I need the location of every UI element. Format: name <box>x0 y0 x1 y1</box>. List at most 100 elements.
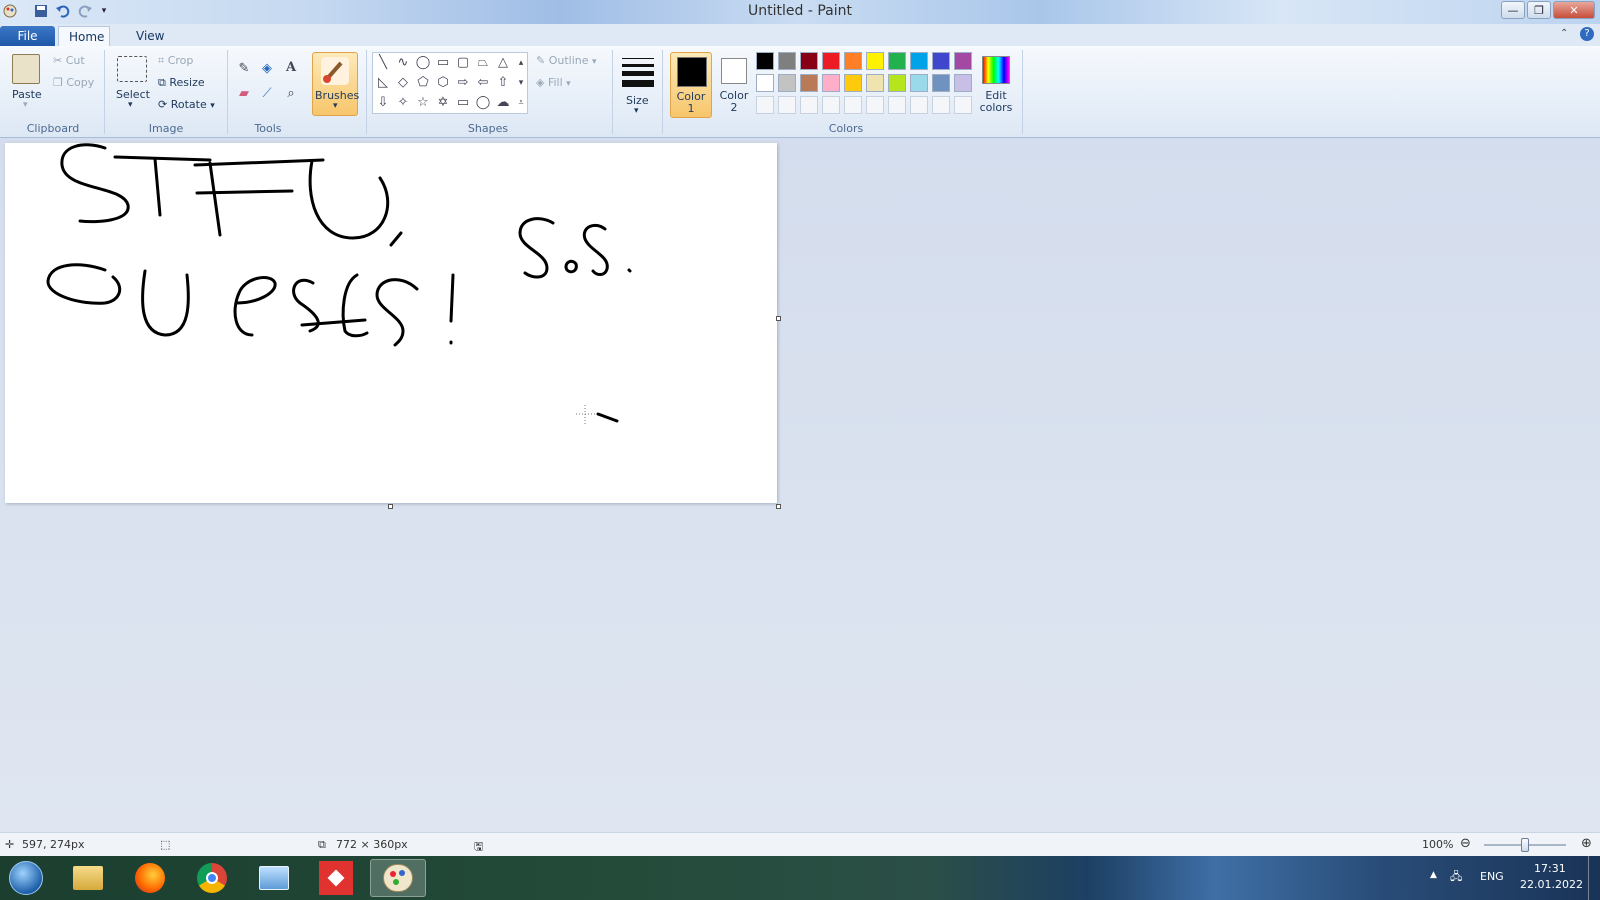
show-hidden-icons-button[interactable]: ▲ <box>1430 870 1437 880</box>
custom-color-slot[interactable] <box>800 96 818 114</box>
fill-button[interactable]: ◈ Fill ▾ <box>536 76 571 89</box>
taskbar-firefox[interactable] <box>122 859 178 897</box>
triangle-shape-icon[interactable]: △ <box>495 55 511 71</box>
custom-color-slot[interactable] <box>822 96 840 114</box>
clock-date[interactable]: 22.01.2022 <box>1520 878 1583 891</box>
palette-swatch[interactable] <box>778 74 796 92</box>
cloud-callout-shape-icon[interactable]: ☁ <box>495 95 511 111</box>
custom-color-slot[interactable] <box>910 96 928 114</box>
palette-swatch[interactable] <box>932 74 950 92</box>
palette-swatch[interactable] <box>888 52 906 70</box>
palette-swatch[interactable] <box>954 74 972 92</box>
outline-button[interactable]: ✎ Outline ▾ <box>536 54 597 67</box>
palette-swatch[interactable] <box>954 52 972 70</box>
resize-button[interactable]: ⧉ Resize <box>158 76 205 90</box>
gallery-scroll-down-icon[interactable]: ▾ <box>513 75 529 91</box>
palette-swatch[interactable] <box>844 52 862 70</box>
gallery-scroll-up-icon[interactable]: ▴ <box>513 55 529 71</box>
custom-color-slot[interactable] <box>844 96 862 114</box>
taskbar-control-panel[interactable] <box>246 859 302 897</box>
right-arrow-shape-icon[interactable]: ⇨ <box>455 75 471 91</box>
magnifier-icon[interactable]: ⌕ <box>283 86 299 102</box>
minimize-button[interactable]: — <box>1501 1 1525 19</box>
color2-button[interactable]: Color 2 <box>714 52 756 118</box>
language-indicator[interactable]: ENG <box>1480 870 1504 883</box>
palette-swatch[interactable] <box>800 74 818 92</box>
zoom-in-button[interactable]: ⊕ <box>1581 836 1592 851</box>
pentagon-shape-icon[interactable]: ⬠ <box>415 75 431 91</box>
edit-colors-button[interactable]: Edit colors <box>976 52 1018 118</box>
zoom-out-button[interactable]: ⊖ <box>1460 836 1471 851</box>
line-shape-icon[interactable]: ╲ <box>375 55 391 71</box>
palette-swatch[interactable] <box>910 52 928 70</box>
palette-swatch[interactable] <box>822 74 840 92</box>
taskbar-explorer[interactable] <box>60 859 116 897</box>
resize-handle-corner[interactable] <box>776 504 781 509</box>
polygon-shape-icon[interactable]: ⏢ <box>475 55 491 71</box>
taskbar-chrome[interactable] <box>184 859 240 897</box>
help-icon[interactable]: ? <box>1580 27 1594 41</box>
close-button[interactable]: ✕ <box>1553 1 1595 19</box>
right-triangle-shape-icon[interactable]: ◺ <box>375 75 391 91</box>
curve-shape-icon[interactable]: ∿ <box>395 55 411 71</box>
cut-button[interactable]: ✂ Cut <box>53 54 85 67</box>
network-icon[interactable]: 🖧 <box>1450 868 1462 887</box>
minimize-ribbon-icon[interactable]: ⌃ <box>1560 28 1568 39</box>
gallery-expand-icon[interactable]: ⩡ <box>513 95 529 111</box>
resize-handle-right[interactable] <box>776 316 781 321</box>
restore-button[interactable]: ❐ <box>1527 1 1551 19</box>
color-picker-icon[interactable]: ⟋ <box>259 86 275 102</box>
copy-button[interactable]: ❐ Copy <box>53 76 94 89</box>
paste-dropdown-icon[interactable]: ▾ <box>23 100 28 110</box>
custom-color-slot[interactable] <box>756 96 774 114</box>
color1-button[interactable]: Color 1 <box>670 52 712 118</box>
size-button[interactable]: Size ▾ <box>620 52 656 118</box>
eraser-icon[interactable]: ▰ <box>236 86 252 102</box>
zoom-slider-thumb[interactable] <box>1521 838 1529 852</box>
fill-bucket-icon[interactable]: ◈ <box>259 61 275 77</box>
rounded-callout-shape-icon[interactable]: ▭ <box>455 95 471 111</box>
palette-swatch[interactable] <box>888 74 906 92</box>
brushes-button[interactable]: Brushes ▾ <box>312 52 359 116</box>
palette-swatch[interactable] <box>932 52 950 70</box>
palette-swatch[interactable] <box>910 74 928 92</box>
start-button[interactable] <box>2 859 50 897</box>
palette-swatch[interactable] <box>756 74 774 92</box>
custom-color-slot[interactable] <box>888 96 906 114</box>
tab-view[interactable]: View <box>126 26 174 46</box>
text-tool-icon[interactable]: A <box>283 60 299 76</box>
drawing-canvas[interactable] <box>5 143 777 503</box>
palette-swatch[interactable] <box>800 52 818 70</box>
rectangle-shape-icon[interactable]: ▭ <box>435 55 451 71</box>
rotate-button[interactable]: ⟳ Rotate ▾ <box>158 98 215 111</box>
five-point-star-shape-icon[interactable]: ☆ <box>415 95 431 111</box>
oval-callout-shape-icon[interactable]: ◯ <box>475 95 491 111</box>
down-arrow-shape-icon[interactable]: ⇩ <box>375 95 391 111</box>
taskbar-anydesk[interactable] <box>308 859 364 897</box>
diamond-shape-icon[interactable]: ◇ <box>395 75 411 91</box>
clock-time[interactable]: 17:31 <box>1534 862 1566 875</box>
resize-handle-bottom[interactable] <box>388 504 393 509</box>
up-arrow-shape-icon[interactable]: ⇧ <box>495 75 511 91</box>
palette-swatch[interactable] <box>844 74 862 92</box>
hexagon-shape-icon[interactable]: ⬡ <box>435 75 451 91</box>
custom-color-slot[interactable] <box>866 96 884 114</box>
palette-swatch[interactable] <box>778 52 796 70</box>
palette-swatch[interactable] <box>756 52 774 70</box>
show-desktop-button[interactable] <box>1588 856 1600 900</box>
oval-shape-icon[interactable]: ◯ <box>415 55 431 71</box>
palette-swatch[interactable] <box>866 52 884 70</box>
select-dropdown-icon[interactable]: ▾ <box>128 100 133 110</box>
taskbar-paint[interactable] <box>370 859 426 897</box>
tab-home[interactable]: Home <box>58 26 110 46</box>
rounded-rectangle-shape-icon[interactable]: ▢ <box>455 55 471 71</box>
custom-color-slot[interactable] <box>778 96 796 114</box>
left-arrow-shape-icon[interactable]: ⇦ <box>475 75 491 91</box>
custom-color-slot[interactable] <box>932 96 950 114</box>
custom-color-slot[interactable] <box>954 96 972 114</box>
palette-swatch[interactable] <box>866 74 884 92</box>
crop-button[interactable]: ⌗ Crop <box>158 54 193 68</box>
pencil-icon[interactable]: ✎ <box>236 61 252 77</box>
tab-file[interactable]: File <box>0 26 55 46</box>
palette-swatch[interactable] <box>822 52 840 70</box>
